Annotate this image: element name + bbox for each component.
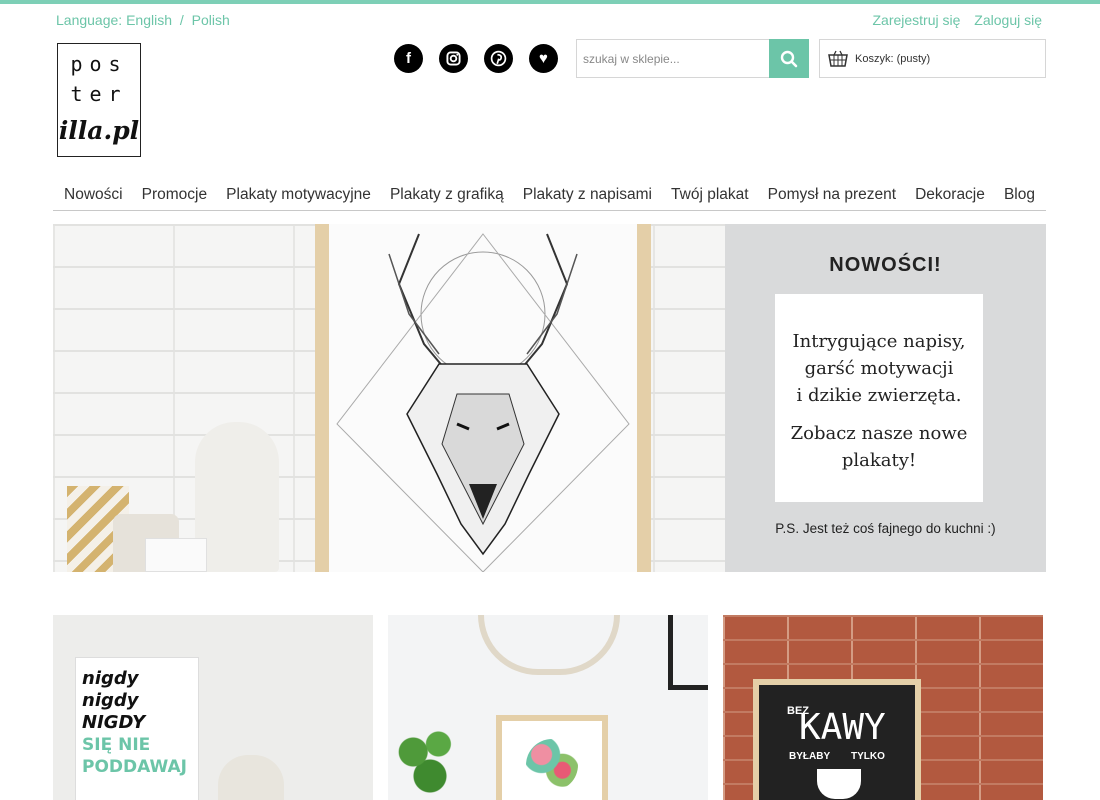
poster-text-3: NIGDY <box>82 712 146 733</box>
language-label: Language: <box>56 12 123 28</box>
logo-line-1: pos <box>70 52 128 76</box>
pinterest-icon[interactable] <box>484 44 513 73</box>
poster-nigdy-image: nigdy nigdy NIGDY SIĘ NIE PODDAWAJ <box>75 657 199 800</box>
main-menu: Nowości Promocje Plakaty motywacyjne Pla… <box>53 183 1046 211</box>
banner-text-1-line-2: garść motywacji <box>804 358 954 379</box>
poster-text-2: nigdy <box>82 690 139 711</box>
coffee-text-tylko: TYLKO <box>851 751 885 762</box>
deer-poster-image <box>329 224 637 572</box>
poster-text-1: nigdy <box>82 668 139 689</box>
banner-text-2: Zobacz nasze nowe plakaty! <box>775 420 983 474</box>
menu-item-dekoracje[interactable]: Dekoracje <box>915 183 985 210</box>
menu-item-promocje[interactable]: Promocje <box>142 183 207 210</box>
cart-button[interactable]: Koszyk: (pusty) <box>819 39 1046 78</box>
menu-item-pomysl-na-prezent[interactable]: Pomysł na prezent <box>768 183 896 210</box>
floral-art <box>526 739 578 791</box>
menu-item-nowosci[interactable]: Nowości <box>64 183 123 210</box>
banner-text-2-line-1: Zobacz nasze nowe <box>790 423 968 444</box>
coffee-cup-icon <box>817 769 861 799</box>
menu-item-twoj-plakat[interactable]: Twój plakat <box>671 183 749 210</box>
banner-text-1: Intrygujące napisy, garść motywacji i dz… <box>775 328 983 409</box>
facebook-icon[interactable]: f <box>394 44 423 73</box>
banner-heading: NOWOŚCI! <box>829 254 942 276</box>
banner-ps-text: P.S. Jest też coś fajnego do kuchni :) <box>775 521 996 536</box>
banner-text-2-line-2: plakaty! <box>841 450 917 471</box>
hexagon-shelf-photo <box>478 615 620 675</box>
poster-text-5: PODDAWAJ <box>82 757 187 777</box>
instagram-icon[interactable] <box>439 44 468 73</box>
banner-text-card: Intrygujące napisy, garść motywacji i dz… <box>775 294 983 502</box>
hero-banner[interactable]: NOWOŚCI! Intrygujące napisy, garść motyw… <box>53 224 1046 572</box>
register-link[interactable]: Zarejestruj się <box>872 12 960 28</box>
basket-icon <box>828 50 848 67</box>
cup-photo <box>145 538 207 572</box>
coffee-poster-image: BEZ KAWY BYŁABY TYLKO <box>753 679 921 800</box>
product-thumbnail-coffee[interactable]: BEZ KAWY BYŁABY TYLKO <box>723 615 1043 800</box>
product-thumbnail-deer-flowers[interactable] <box>388 615 708 800</box>
banner-text-1-line-3: i dzikie zwierzęta. <box>796 385 962 406</box>
menu-item-plakaty-z-napisami[interactable]: Plakaty z napisami <box>523 183 652 210</box>
lamp-photo <box>218 755 284 800</box>
vase-photo <box>195 422 279 572</box>
floral-deer-poster-image <box>496 715 608 800</box>
heart-icon[interactable]: ♥ <box>529 44 558 73</box>
plant-photo <box>388 720 472 800</box>
coffee-text-kawy: KAWY <box>799 707 886 748</box>
login-link[interactable]: Zaloguj się <box>974 12 1042 28</box>
account-links: Zarejestruj się Zaloguj się <box>862 12 1042 28</box>
site-logo[interactable]: pos ter illa.pl <box>57 43 141 157</box>
language-polish[interactable]: Polish <box>192 12 230 28</box>
social-links: f ♥ <box>394 44 558 73</box>
logo-line-3: illa.pl <box>58 116 140 145</box>
language-switcher: Language: English / Polish <box>56 12 230 28</box>
banner-text-1-line-1: Intrygujące napisy, <box>792 331 966 352</box>
cart-label: Koszyk: (pusty) <box>855 52 931 65</box>
search-icon <box>780 50 798 67</box>
menu-item-blog[interactable]: Blog <box>1004 183 1035 210</box>
poster-text-4: SIĘ NIE <box>82 735 151 755</box>
language-separator: / <box>179 12 184 28</box>
hanging-frame-photo <box>668 615 708 690</box>
coffee-text-bylaby: BYŁABY <box>789 751 831 762</box>
menu-item-plakaty-motywacyjne[interactable]: Plakaty motywacyjne <box>226 183 371 210</box>
search-box <box>576 39 809 78</box>
language-english[interactable]: English <box>126 12 172 28</box>
top-accent-line <box>0 0 1100 4</box>
logo-line-2: ter <box>70 82 128 106</box>
product-thumbnail-motivational[interactable]: nigdy nigdy NIGDY SIĘ NIE PODDAWAJ <box>53 615 373 800</box>
menu-item-plakaty-z-grafika[interactable]: Plakaty z grafiką <box>390 183 504 210</box>
search-button[interactable] <box>769 39 809 78</box>
search-input[interactable] <box>577 40 771 77</box>
